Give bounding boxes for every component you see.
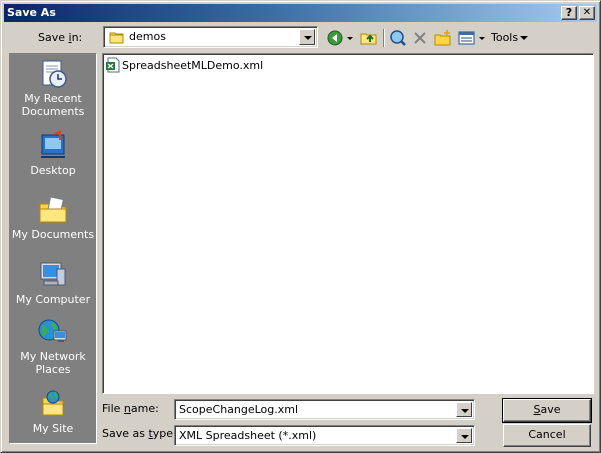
desktop-icon	[41, 130, 65, 158]
my-documents-icon	[39, 196, 67, 223]
place-my-computer[interactable]: My Computer	[10, 259, 96, 306]
save-in-value: demos	[129, 30, 166, 43]
my-site-icon	[42, 390, 64, 416]
file-list[interactable]: SpreadsheetMLDemo.xml	[102, 53, 594, 394]
views-icon[interactable]	[457, 29, 477, 47]
network-places-icon	[38, 319, 67, 342]
close-button[interactable]: ✕	[579, 6, 595, 20]
save-button[interactable]: Save	[502, 398, 592, 423]
title-bar[interactable]: Save As ? ✕	[4, 4, 597, 22]
file-type-label: Save as type:	[102, 427, 177, 440]
place-my-network-places[interactable]: My Network Places	[10, 316, 96, 376]
folder-icon	[109, 32, 124, 44]
toolbar-separator	[383, 29, 385, 47]
search-web-icon[interactable]	[388, 29, 408, 47]
tools-chevron-down-icon	[520, 36, 528, 40]
place-my-site[interactable]: My Site	[10, 388, 96, 435]
file-type-chevron-down-icon[interactable]	[456, 428, 472, 443]
save-as-dialog: Save As ? ✕ Save in: demos Tools My Rece…	[0, 0, 601, 453]
xml-spreadsheet-icon	[106, 57, 120, 73]
back-dropdown-icon[interactable]	[345, 29, 355, 47]
file-type-value: XML Spreadsheet (*.xml)	[179, 429, 317, 442]
file-name-label: File name:	[102, 402, 159, 415]
place-my-documents[interactable]: My Documents	[10, 194, 96, 241]
window-title: Save As	[7, 6, 56, 19]
recent-documents-icon	[42, 60, 67, 88]
new-folder-icon[interactable]	[433, 29, 453, 47]
file-name-chevron-down-icon[interactable]	[456, 402, 472, 417]
place-recent-documents[interactable]: My Recent Documents	[10, 58, 96, 118]
file-name: SpreadsheetMLDemo.xml	[122, 59, 264, 72]
file-name-value: ScopeChangeLog.xml	[179, 403, 299, 416]
tools-menu[interactable]: Tools	[491, 31, 528, 44]
file-type-dropdown[interactable]: XML Spreadsheet (*.xml)	[174, 425, 475, 446]
back-icon[interactable]	[325, 29, 345, 47]
up-folder-icon[interactable]	[359, 29, 379, 47]
file-name-field[interactable]: ScopeChangeLog.xml	[174, 399, 475, 420]
save-in-dropdown[interactable]: demos	[103, 26, 318, 48]
cancel-button[interactable]: Cancel	[503, 424, 591, 447]
save-in-label: Save in:	[38, 31, 83, 44]
my-computer-icon	[40, 262, 66, 286]
help-button[interactable]: ?	[561, 6, 577, 20]
chevron-down-icon[interactable]	[299, 29, 315, 45]
delete-icon[interactable]	[411, 29, 429, 47]
views-dropdown-icon[interactable]	[477, 29, 487, 47]
place-desktop[interactable]: Desktop	[10, 130, 96, 177]
tools-label: Tools	[491, 31, 519, 44]
places-bar: My Recent Documents Desktop My Documents	[9, 53, 97, 444]
